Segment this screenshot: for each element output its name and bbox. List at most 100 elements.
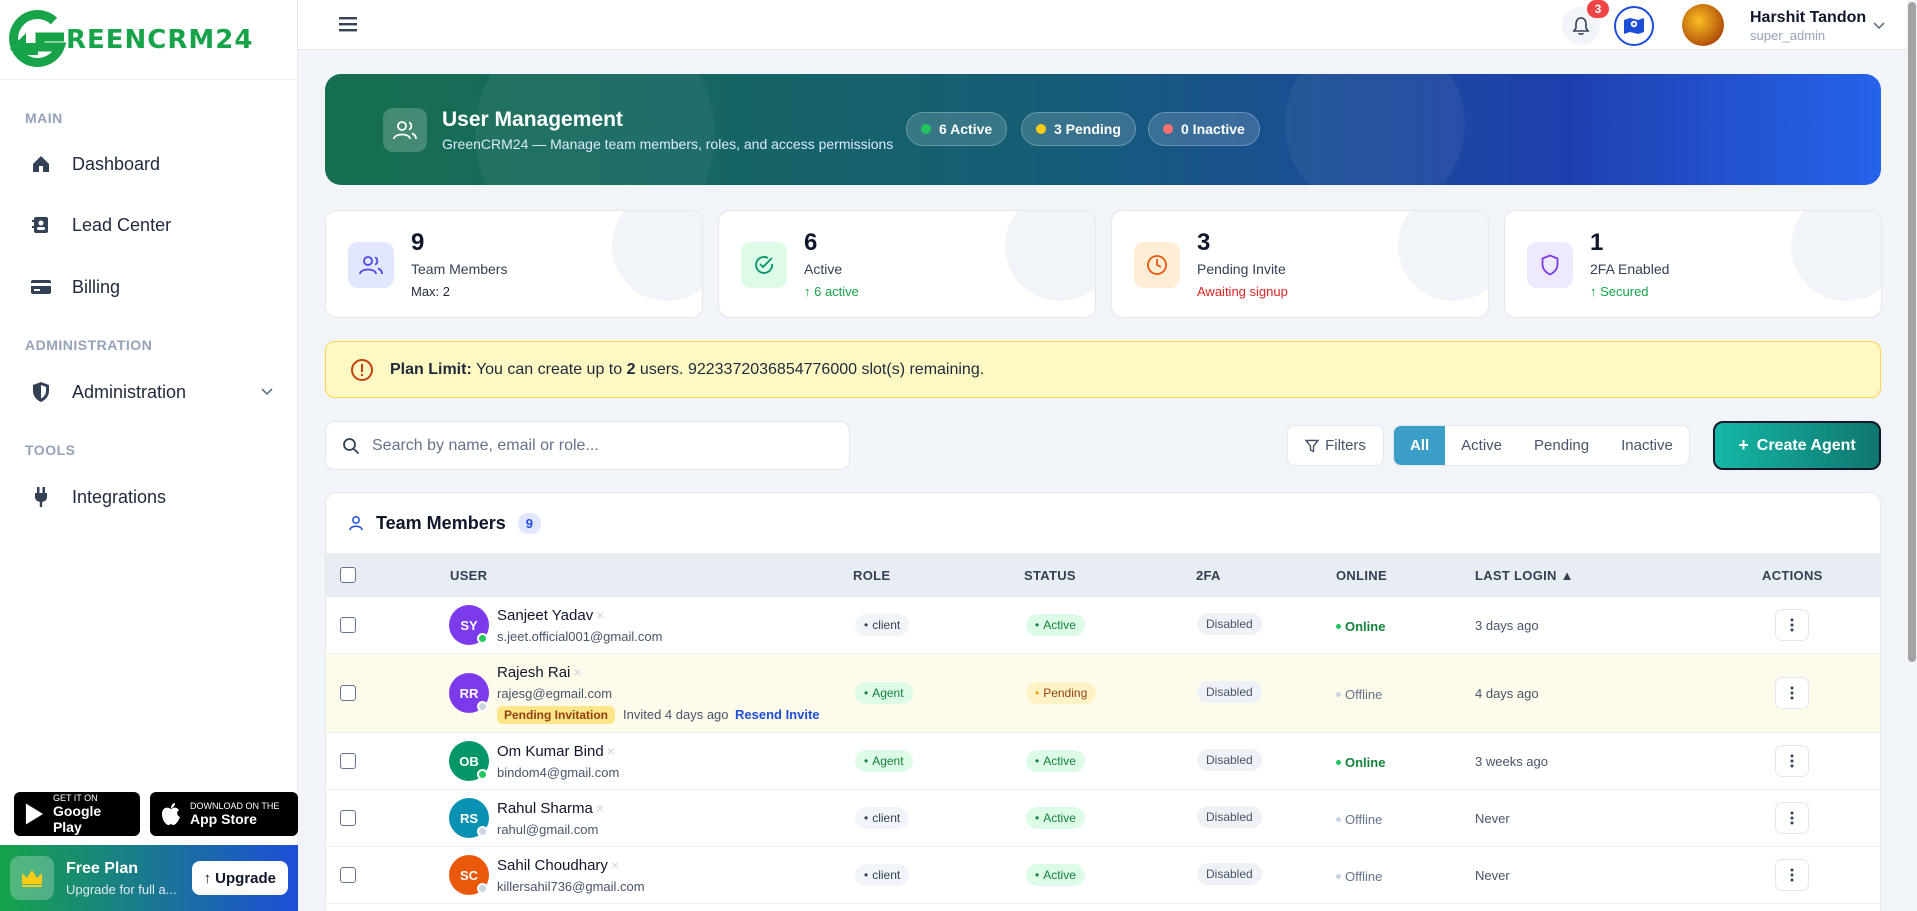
active-count-pill[interactable]: 6 Active [906, 112, 1008, 146]
sidebar-item-label: Dashboard [72, 153, 161, 174]
row-checkbox[interactable] [340, 810, 356, 826]
sidebar-item-administration[interactable]: Administration [0, 368, 298, 416]
last-login: 3 days ago [1475, 618, 1539, 633]
tab-active[interactable]: Active [1445, 426, 1518, 465]
map-button[interactable] [1614, 6, 1654, 46]
row-checkbox[interactable] [340, 617, 356, 633]
google-play-small: GET IT ON [52, 793, 98, 803]
table-row[interactable]: RS Rahul Sharma × rahul@gmail.com • clien… [326, 790, 1880, 847]
2fa-badge: Disabled [1197, 863, 1262, 885]
close-icon[interactable]: × [596, 800, 604, 816]
user-name[interactable]: Harshit Tandon [1750, 9, 1866, 27]
shield-icon [1527, 242, 1573, 288]
top-bar: 3 Harshit Tandon super_admin [298, 0, 1917, 50]
tab-all[interactable]: All [1394, 426, 1446, 465]
inactive-count-pill[interactable]: 0 Inactive [1148, 112, 1260, 146]
row-actions-button[interactable] [1775, 745, 1809, 777]
table-column-headers: USER ROLE STATUS 2FA ONLINE LAST LOGIN ▲… [326, 554, 1880, 597]
filters-button[interactable]: Filters [1287, 425, 1384, 466]
create-agent-label: Create Agent [1756, 436, 1856, 454]
stat-label: Team Members [411, 261, 508, 277]
role-badge: • Agent [855, 750, 913, 772]
tab-inactive[interactable]: Inactive [1605, 426, 1689, 465]
column-online[interactable]: ONLINE [1336, 568, 1387, 583]
last-login: Never [1475, 868, 1510, 883]
filter-icon [1305, 439, 1320, 453]
user-icon [349, 516, 363, 531]
plan-box: Free Plan Upgrade for full a... ↑ Upgrad… [0, 845, 298, 911]
table-row[interactable]: SC Sahil Choudhary × killersahil736@gmail… [326, 847, 1880, 904]
app-logo[interactable]: REENCRM24 [0, 0, 297, 80]
column-status[interactable]: STATUS [1024, 568, 1076, 583]
column-last-login[interactable]: LAST LOGIN ▲ [1475, 568, 1574, 583]
row-checkbox[interactable] [340, 867, 356, 883]
upgrade-button[interactable]: ↑ Upgrade [191, 861, 288, 895]
table-row[interactable]: SY Sanjeet Yadav × s.jeet.official001@gma… [326, 597, 1880, 654]
sidebar-item-label: Administration [72, 381, 187, 402]
sidebar-item-integrations[interactable]: Integrations [0, 473, 298, 521]
column-user[interactable]: USER [450, 568, 487, 583]
column-2fa[interactable]: 2FA [1196, 568, 1221, 583]
invited-time: Invited 4 days ago [623, 707, 729, 722]
online-status: Offline [1336, 812, 1382, 827]
stat-sub: Awaiting signup [1197, 284, 1288, 299]
stat-label: 2FA Enabled [1590, 261, 1670, 277]
shield-icon [30, 381, 52, 403]
chevron-down-icon [261, 388, 273, 396]
pending-count-pill[interactable]: 3 Pending [1021, 112, 1136, 146]
search-input[interactable] [372, 436, 812, 455]
stat-label: Active [804, 261, 843, 277]
users-icon [383, 108, 427, 152]
close-icon[interactable]: × [611, 857, 619, 873]
user-avatar[interactable] [1682, 4, 1724, 46]
close-icon[interactable]: × [573, 664, 581, 680]
app-store-button[interactable]: DOWNLOAD ON THE App Store [150, 792, 298, 836]
sidebar-item-lead-center[interactable]: Lead Center [0, 201, 298, 249]
online-status: Offline [1336, 869, 1382, 884]
online-dot [477, 633, 488, 644]
google-play-big: Google Play [52, 803, 102, 835]
status-dot [921, 124, 931, 134]
user-role: super_admin [1750, 28, 1826, 43]
row-actions-button[interactable] [1775, 859, 1809, 891]
close-icon[interactable]: × [596, 607, 604, 623]
close-icon[interactable]: × [607, 743, 615, 759]
row-actions-button[interactable] [1775, 609, 1809, 641]
stat-sub: ↑ Secured [1590, 284, 1649, 299]
pill-label: 3 Pending [1054, 121, 1121, 137]
online-dot [477, 769, 488, 780]
table-row[interactable]: OB Om Kumar Bind × bindom4@gmail.com • Ag… [326, 733, 1880, 790]
stat-card-pending: 3 Pending Invite Awaiting signup [1111, 210, 1489, 318]
status-dot [1036, 124, 1046, 134]
sidebar-item-billing[interactable]: Billing [0, 263, 298, 311]
pill-label: 0 Inactive [1181, 121, 1245, 137]
page-subtitle: GreenCRM24 — Manage team members, roles,… [442, 136, 894, 152]
table-row[interactable]: RR Rajesh Rai × rajesg@egmail.com Pending… [326, 654, 1880, 733]
google-play-button[interactable]: GET IT ON Google Play [14, 792, 140, 836]
google-play-icon [25, 803, 44, 825]
sidebar-item-dashboard[interactable]: Dashboard [0, 140, 298, 188]
status-filter-tabs: All Active Pending Inactive [1393, 425, 1690, 466]
scrollbar-thumb[interactable] [1908, 2, 1916, 662]
select-all-checkbox[interactable] [340, 567, 356, 583]
status-badge: • Active [1026, 864, 1085, 886]
online-status: Offline [1336, 687, 1382, 702]
tab-pending[interactable]: Pending [1518, 426, 1605, 465]
column-role[interactable]: ROLE [853, 568, 890, 583]
row-checkbox[interactable] [340, 685, 356, 701]
page-scrollbar[interactable] [1907, 0, 1917, 911]
logo-icon [9, 9, 67, 67]
chevron-down-icon[interactable] [1872, 18, 1886, 32]
page-header-banner: User Management GreenCRM24 — Manage team… [325, 74, 1881, 185]
user-name: Om Kumar Bind × [497, 743, 615, 760]
user-name: Sahil Choudhary × [497, 857, 620, 874]
user-email: bindom4@gmail.com [497, 765, 620, 780]
row-checkbox[interactable] [340, 753, 356, 769]
row-actions-button[interactable] [1775, 802, 1809, 834]
hamburger-menu-icon[interactable] [338, 14, 358, 34]
row-actions-button[interactable] [1775, 677, 1809, 709]
sidebar-item-label: Billing [72, 276, 121, 297]
sidebar-item-label: Integrations [72, 486, 167, 507]
create-agent-button[interactable]: + Create Agent [1713, 421, 1881, 470]
resend-invite-link[interactable]: Resend Invite [735, 707, 820, 722]
